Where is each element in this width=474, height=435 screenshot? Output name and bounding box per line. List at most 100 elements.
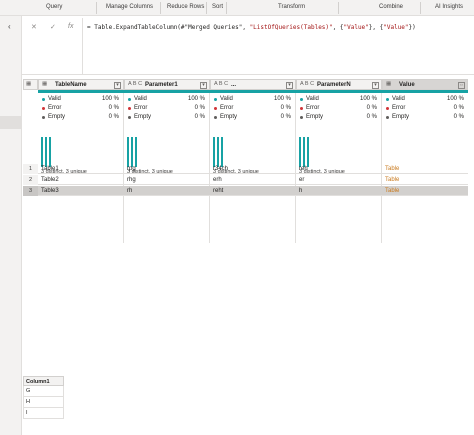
error-dot-icon	[214, 107, 217, 110]
valid-dot-icon	[214, 98, 217, 101]
distribution-chart	[41, 137, 53, 167]
empty-dot-icon	[42, 116, 45, 119]
ribbon-group-manage-columns[interactable]: Manage Columns	[106, 4, 153, 13]
valid-pct: 100 %	[101, 96, 119, 102]
error-label: Error	[134, 105, 148, 111]
chevron-down-icon[interactable]: ▾	[200, 82, 207, 89]
column-name: Value	[399, 82, 415, 88]
profile-empty-row: Empty 0 %	[127, 114, 205, 122]
profile-error-row: Error 0 %	[299, 105, 377, 113]
chevron-down-icon[interactable]: ▾	[286, 82, 293, 89]
cell-parameter1[interactable]: rh	[127, 188, 132, 194]
ribbon-group-ai-insights[interactable]: AI Insights	[435, 4, 463, 13]
error-label: Error	[220, 105, 234, 111]
selected-query-indicator[interactable]	[0, 116, 21, 129]
cell-parametern[interactable]: er	[299, 177, 304, 183]
chevron-left-icon[interactable]: ‹	[8, 22, 11, 31]
cell-value-table-link[interactable]: Table	[385, 166, 399, 172]
row-number: 2	[23, 175, 38, 185]
check-icon[interactable]: ✓	[50, 23, 56, 31]
valid-label: Valid	[220, 96, 233, 102]
formula-prefix: = Table.ExpandTableColumn(#"Merged Queri…	[87, 24, 250, 31]
error-pct: 0 %	[453, 105, 464, 111]
ribbon-group-sort[interactable]: Sort	[212, 4, 223, 13]
error-dot-icon	[42, 107, 45, 110]
formula-mid-2: }, {	[368, 24, 384, 31]
preview-row: I	[23, 408, 64, 419]
table-row[interactable]: 1 Table1 rpg r34ch reh Table	[23, 164, 468, 174]
empty-dot-icon	[128, 116, 131, 119]
cell-parameter1[interactable]: rhg	[127, 177, 136, 183]
error-label: Error	[392, 105, 406, 111]
close-icon[interactable]: ✕	[31, 23, 37, 31]
ribbon-group-query[interactable]: Query	[46, 4, 62, 13]
row-number: 3	[23, 186, 38, 196]
queries-pane-collapsed: ‹	[0, 16, 22, 435]
ribbon-separator	[160, 2, 161, 14]
table-row-selected[interactable]: 3 Table3 rh reht h Table	[23, 186, 468, 196]
table-row[interactable]: 2 Table2 rhg erh er Table	[23, 175, 468, 185]
cell-value-table-link[interactable]: Table	[385, 188, 399, 194]
formula-bar-divider	[82, 18, 83, 74]
ribbon-group-combine[interactable]: Combine	[379, 4, 403, 13]
cell-parameter1[interactable]: rpg	[127, 166, 136, 172]
ribbon-separator	[96, 2, 97, 14]
column-name: Parameter1	[145, 82, 178, 88]
profile-valid-row: Valid 100 %	[41, 96, 119, 104]
error-pct: 0 %	[366, 105, 377, 111]
column-header-tablename[interactable]: ▦ TableName ▾	[38, 79, 124, 90]
error-pct: 0 %	[194, 105, 205, 111]
chevron-down-icon[interactable]: ▾	[114, 82, 121, 89]
chevron-down-icon[interactable]: ▾	[372, 82, 379, 89]
formula-input[interactable]: = Table.ExpandTableColumn(#"Merged Queri…	[87, 24, 416, 31]
grid-corner[interactable]: ▦	[23, 79, 38, 90]
value-preview-table: Column1 G H I	[23, 376, 64, 419]
error-dot-icon	[300, 107, 303, 110]
profile-error-row: Error 0 %	[127, 105, 205, 113]
column-header-value[interactable]: ▦ Value ⇔	[382, 79, 468, 90]
profile-empty-row: Empty 0 %	[299, 114, 377, 122]
preview-row: G	[23, 386, 64, 397]
profile-error-row: Error 0 %	[41, 105, 119, 113]
empty-pct: 0 %	[108, 114, 119, 120]
fx-icon[interactable]: fx	[68, 23, 73, 30]
profile-valid-row: Valid 100 %	[385, 96, 464, 104]
column-name: ParameterN	[317, 82, 351, 88]
cell-tablename[interactable]: Table1	[41, 166, 59, 172]
profile-empty-row: Empty 0 %	[213, 114, 291, 122]
ribbon-group-transform[interactable]: Transform	[278, 4, 305, 13]
cell-ellipsis[interactable]: r34ch	[213, 166, 228, 172]
empty-pct: 0 %	[366, 114, 377, 120]
cell-ellipsis[interactable]: erh	[213, 177, 222, 183]
column-header-parameter1[interactable]: A B C Parameter1 ▾	[124, 79, 210, 90]
preview-row: H	[23, 397, 64, 408]
empty-dot-icon	[300, 116, 303, 119]
column-header-parametern[interactable]: A B C ParameterN ▾	[296, 79, 382, 90]
valid-label: Valid	[48, 96, 61, 102]
cell-ellipsis[interactable]: reht	[213, 188, 223, 194]
column-name: ...	[231, 82, 237, 88]
error-dot-icon	[128, 107, 131, 110]
text-type-icon: A B C	[214, 81, 229, 87]
column-header-ellipsis[interactable]: A B C ... ▾	[210, 79, 296, 90]
empty-dot-icon	[386, 116, 389, 119]
profile-empty-row: Empty 0 %	[41, 114, 119, 122]
empty-pct: 0 %	[280, 114, 291, 120]
ribbon-group-reduce-rows[interactable]: Reduce Rows	[167, 4, 204, 13]
text-type-icon: A B C	[300, 81, 315, 87]
error-pct: 0 %	[108, 105, 119, 111]
cell-tablename[interactable]: Table2	[41, 177, 59, 183]
formula-arg-2: "ListOfQueries(Tables)"	[249, 24, 333, 31]
cell-tablename[interactable]: Table3	[41, 188, 59, 194]
formula-suffix: })	[408, 24, 416, 31]
profile-error-row: Error 0 %	[213, 105, 291, 113]
table-type-icon: ▦	[42, 81, 48, 87]
cell-parametern[interactable]: h	[299, 188, 302, 194]
empty-dot-icon	[214, 116, 217, 119]
cell-value-table-link[interactable]: Table	[385, 177, 399, 183]
ribbon-separator	[338, 2, 339, 14]
text-type-icon: A B C	[128, 81, 143, 87]
expand-column-icon[interactable]: ⇔	[458, 82, 465, 89]
cell-parametern[interactable]: reh	[299, 166, 308, 172]
valid-label: Valid	[134, 96, 147, 102]
